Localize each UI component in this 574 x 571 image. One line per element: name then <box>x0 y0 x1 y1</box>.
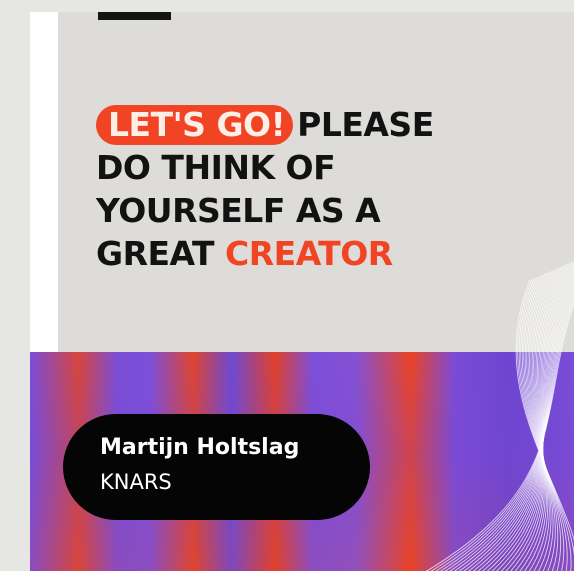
headline-line-4-start: GREAT <box>96 234 215 273</box>
headline-line-3: YOURSELF AS A <box>96 191 381 230</box>
headline-accent-word: CREATOR <box>225 234 393 273</box>
speaker-name: Martijn Holtslag <box>100 435 300 460</box>
decorative-black-bar <box>98 12 171 20</box>
headline-line-1-rest: PLEASE <box>297 105 434 144</box>
card-left-strip <box>30 12 58 352</box>
tag-pill: LET'S GO! <box>96 105 294 145</box>
headline-line-2: DO THINK OF <box>96 148 336 187</box>
headline-line-4: GREAT CREATOR <box>96 232 536 275</box>
headline: LET'S GO! PLEASE DO THINK OF YOURSELF AS … <box>96 103 536 275</box>
headline-line-1: LET'S GO! PLEASE <box>96 103 536 146</box>
event-card-screenshot: LET'S GO! PLEASE DO THINK OF YOURSELF AS … <box>0 0 574 571</box>
speaker-pill <box>63 414 370 520</box>
speaker-organization: KNARS <box>100 470 172 494</box>
